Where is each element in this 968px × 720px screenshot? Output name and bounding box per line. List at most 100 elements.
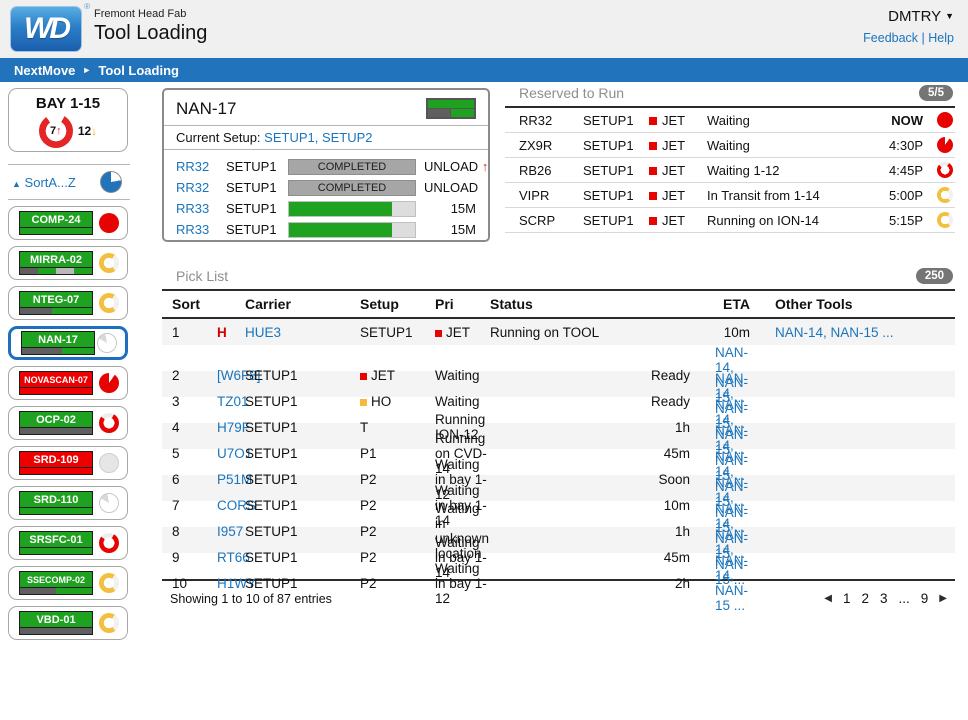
pick-list-panel: Pick List 250 Sort Carrier Setup Pri Sta… bbox=[162, 268, 955, 606]
setup-value: SETUP1 bbox=[226, 201, 288, 216]
tool-button[interactable]: SRSFC-01 bbox=[8, 526, 128, 560]
sort-number: 10 bbox=[172, 576, 217, 591]
carrier-id: RR32 bbox=[519, 113, 583, 128]
tool-button[interactable]: NOVASCAN-07 bbox=[8, 366, 128, 400]
carrier-link[interactable]: H1WY bbox=[217, 576, 245, 591]
registered-mark: ® bbox=[84, 2, 90, 11]
eta-icon-cell bbox=[929, 187, 953, 203]
bar-segment bbox=[22, 348, 62, 354]
tool-status-icon bbox=[97, 333, 117, 353]
col-pri: Pri bbox=[435, 296, 490, 312]
tool-button[interactable]: VBD-01 bbox=[8, 606, 128, 640]
setup-value: SETUP1 bbox=[245, 394, 360, 409]
pick-list-row: 2 [W6F8] SETUP1 JET Waiting Ready NAN-14… bbox=[162, 345, 955, 371]
reserved-row: SCRP SETUP1 JET Running on ION-14 5:15P bbox=[505, 208, 955, 233]
carrier-link[interactable]: RR33 bbox=[176, 222, 226, 237]
setup-value: SETUP1 bbox=[583, 163, 649, 178]
priority-value: P2 bbox=[360, 524, 435, 539]
eta-value: Ready bbox=[490, 368, 690, 383]
tool-status-graphic: VBD-01 bbox=[19, 611, 93, 635]
priority-value: T bbox=[360, 420, 435, 435]
tool-button[interactable]: MIRRA-02 bbox=[8, 246, 128, 280]
page-number[interactable]: ... bbox=[899, 591, 910, 606]
reserved-title: Reserved to Run bbox=[519, 85, 624, 101]
app-header: WD ® Fremont Head Fab Tool Loading DMTRY… bbox=[0, 0, 968, 58]
page-number[interactable]: 1 bbox=[843, 591, 851, 606]
tool-status-graphic: COMP-24 bbox=[19, 211, 93, 235]
priority-value: P2 bbox=[360, 576, 435, 591]
status-text: Running on ION-14 bbox=[707, 213, 867, 228]
tool-name-label: OCP-02 bbox=[19, 411, 93, 428]
setup-value: SETUP1 bbox=[245, 420, 360, 435]
setup-value: SETUP1 bbox=[360, 325, 435, 340]
status-text: Waiting bbox=[435, 368, 490, 383]
eta-value: 1h bbox=[490, 420, 690, 435]
bay-summary-card[interactable]: BAY 1-15 7↑ 12↓ bbox=[8, 88, 128, 152]
eta-time: 5:00P bbox=[867, 188, 929, 203]
carrier-link[interactable]: [W6F8] bbox=[217, 368, 245, 383]
carrier-link[interactable]: RR32 bbox=[176, 159, 226, 174]
tool-name-label: COMP-24 bbox=[19, 211, 93, 228]
breadcrumb-root[interactable]: NextMove bbox=[14, 63, 75, 78]
setup-value: SETUP1 bbox=[583, 188, 649, 203]
sort-pie-icon bbox=[100, 171, 122, 193]
sort-number: 7 bbox=[172, 498, 217, 513]
eta-value: 10m bbox=[490, 498, 690, 513]
current-setup-label: Current Setup: bbox=[176, 130, 261, 145]
tool-button[interactable]: NTEG-07 bbox=[8, 286, 128, 320]
carrier-link[interactable]: H79F bbox=[217, 420, 245, 435]
tool-name-label: SRD-109 bbox=[19, 451, 93, 468]
tool-button[interactable]: COMP-24 bbox=[8, 206, 128, 240]
carrier-link[interactable]: RR32 bbox=[176, 180, 226, 195]
reserved-row: VIPR SETUP1 JET In Transit from 1-14 5:0… bbox=[505, 183, 955, 208]
page-number[interactable]: 3 bbox=[880, 591, 888, 606]
tool-button[interactable]: SSECOMP-02 bbox=[8, 566, 128, 600]
bar-segment bbox=[451, 109, 474, 117]
tool-status-graphic: SSECOMP-02 bbox=[19, 571, 93, 595]
sort-control[interactable]: ▲ SortA...Z bbox=[8, 164, 130, 200]
priority-value: JET bbox=[435, 325, 490, 340]
carrier-link[interactable]: RT66 bbox=[217, 550, 245, 565]
prev-page-icon[interactable]: ◀ bbox=[824, 593, 832, 604]
tool-load-bar bbox=[19, 228, 93, 235]
carrier-link[interactable]: TZ01 bbox=[217, 394, 245, 409]
progress-bar bbox=[288, 201, 416, 217]
priority-value: P2 bbox=[360, 550, 435, 565]
priority-value: JET bbox=[649, 163, 707, 178]
user-menu[interactable]: DMTRY ▼ bbox=[863, 8, 954, 25]
carrier-link[interactable]: U7O1 bbox=[217, 446, 245, 461]
bar-segment bbox=[20, 588, 56, 594]
eta-time: 4:45P bbox=[867, 163, 929, 178]
tool-button[interactable]: NAN-17 bbox=[8, 326, 128, 360]
page-number[interactable]: 9 bbox=[921, 591, 929, 606]
current-setup-links[interactable]: SETUP1, SETUP2 bbox=[264, 130, 372, 145]
next-page-icon[interactable]: ▶ bbox=[939, 593, 947, 604]
feedback-link[interactable]: Feedback bbox=[863, 31, 918, 45]
header-links: Feedback | Help bbox=[863, 31, 954, 45]
carrier-link[interactable]: HUE3 bbox=[245, 325, 360, 340]
bar-segment bbox=[38, 268, 56, 274]
tool-name-label: MIRRA-02 bbox=[19, 251, 93, 268]
carrier-link[interactable]: P51M bbox=[217, 472, 245, 487]
tool-status-icon bbox=[99, 493, 119, 513]
carrier-link[interactable]: RR33 bbox=[176, 201, 226, 216]
tool-status-graphic: SRD-110 bbox=[19, 491, 93, 515]
tool-load-bar bbox=[19, 268, 93, 275]
bar-segment bbox=[20, 228, 92, 234]
tool-button[interactable]: SRD-109 bbox=[8, 446, 128, 480]
detail-port-row: RR32 SETUP1 COMPLETED UNLOAD bbox=[164, 177, 488, 198]
detail-port-row: RR33 SETUP1 15M bbox=[164, 198, 488, 219]
breadcrumb-current: Tool Loading bbox=[98, 63, 179, 78]
help-link[interactable]: Help bbox=[928, 31, 954, 45]
carrier-link[interactable]: I957 bbox=[217, 524, 245, 539]
unload-arrow-icon: ↑ bbox=[482, 159, 489, 174]
tool-mini-status-icon bbox=[426, 98, 476, 119]
carrier-link[interactable]: CORS bbox=[217, 498, 245, 513]
tool-button[interactable]: SRD-110 bbox=[8, 486, 128, 520]
carrier-id: VIPR bbox=[519, 188, 583, 203]
status-text: In Transit from 1-14 bbox=[707, 188, 867, 203]
col-carrier: Carrier bbox=[245, 296, 360, 312]
tool-button[interactable]: OCP-02 bbox=[8, 406, 128, 440]
tool-status-icon bbox=[99, 613, 119, 633]
page-number[interactable]: 2 bbox=[861, 591, 869, 606]
